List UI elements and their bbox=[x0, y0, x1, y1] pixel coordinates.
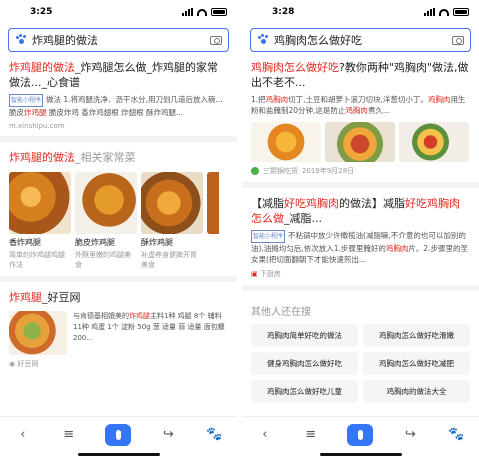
result-title[interactable]: 炸鸡腿_好豆网 bbox=[9, 290, 228, 305]
dish-image bbox=[141, 172, 203, 234]
status-bar: 3:25 bbox=[0, 0, 237, 24]
dish-item[interactable]: 脆皮炸鸡腿 外酥里嫩的鸡腿美食 bbox=[75, 172, 137, 270]
back-icon[interactable]: ‹ bbox=[256, 426, 274, 444]
search-bar[interactable]: 炸鸡腿的做法 bbox=[8, 28, 229, 52]
status-time: 3:25 bbox=[30, 7, 53, 17]
dish-name: 酥炸鸡腿 bbox=[141, 238, 173, 247]
dish-image bbox=[75, 172, 137, 234]
result-title[interactable]: 炸鸡腿的做法_相关家常菜 bbox=[9, 150, 228, 165]
mini-program-tag: 智能小程序 bbox=[9, 94, 44, 107]
result-source: ▣ 下厨房 bbox=[251, 270, 281, 278]
related-search-chip[interactable]: 鸡胸肉怎么做好吃减肥 bbox=[363, 352, 470, 375]
battery-icon bbox=[453, 8, 469, 16]
dish-image bbox=[207, 172, 219, 234]
result-card[interactable]: 【减脂好吃鸡胸肉的做法】减脂好吃鸡胸肉怎么做_减脂... 智能小程序 不粘锅中放少… bbox=[242, 188, 479, 285]
search-input[interactable]: 炸鸡腿的做法 bbox=[32, 32, 205, 48]
share-icon[interactable]: ↪ bbox=[401, 426, 419, 444]
source-avatar bbox=[251, 167, 259, 175]
dish-item[interactable]: 酥炸鸡腿 补虚养身健脾开胃美食 bbox=[141, 172, 203, 270]
dish-desc: 外酥里嫩的鸡腿美食 bbox=[75, 251, 131, 269]
result-card[interactable]: 炸鸡腿_好豆网 与肯德基相媲美的炸鸡腿主料1种 鸡腿 8个 辅料11种 鸡蛋 1… bbox=[0, 282, 237, 375]
share-icon[interactable]: ↪ bbox=[159, 426, 177, 444]
paw-icon[interactable]: 🐾 bbox=[447, 426, 465, 444]
dish-desc: 补虚养身健脾开胃美食 bbox=[141, 251, 197, 269]
related-dishes-card: 炸鸡腿的做法_相关家常菜 香炸鸡腿 简单的炸鸡腿鸡腿作法 脆皮炸鸡腿 外酥里嫩的… bbox=[0, 142, 237, 276]
menu-icon[interactable]: ≡ bbox=[302, 426, 320, 444]
result-image[interactable] bbox=[325, 122, 395, 162]
result-source: ◉ 好豆网 bbox=[9, 360, 39, 368]
wifi-icon bbox=[197, 8, 207, 16]
result-snippet: 1.把鸡胸肉切丁,土豆和胡萝卜滚刀切块,洋葱切小丁。鸡胸肉用生粉和盐腌制20分钟… bbox=[251, 95, 466, 115]
signal-icon bbox=[424, 8, 435, 16]
left-screen: 3:25 炸鸡腿的做法 炸鸡腿的做法_炸鸡腿怎么做_炸鸡腿的家常做法..._心食… bbox=[0, 0, 237, 460]
result-thumbnail bbox=[9, 311, 67, 355]
dish-item-partial[interactable] bbox=[207, 172, 219, 270]
result-meta: 三颗锅吃货 2018年9月28日 bbox=[251, 166, 470, 176]
right-screen: 3:28 鸡胸肉怎么做好吃 鸡胸肉怎么做好吃?教你两种"鸡胸肉"做法,做出不老不… bbox=[242, 0, 479, 460]
wifi-icon bbox=[439, 8, 449, 16]
search-bar[interactable]: 鸡胸肉怎么做好吃 bbox=[250, 28, 471, 52]
status-bar: 3:28 bbox=[242, 0, 479, 24]
related-search-chip[interactable]: 健身鸡胸肉怎么做好吃 bbox=[251, 352, 358, 375]
result-title[interactable]: 鸡胸肉怎么做好吃?教你两种"鸡胸肉"做法,做出不老不... bbox=[251, 60, 470, 90]
microphone-icon bbox=[357, 429, 363, 440]
dish-item[interactable]: 香炸鸡腿 简单的炸鸡腿鸡腿作法 bbox=[9, 172, 71, 270]
result-image[interactable] bbox=[251, 122, 321, 162]
home-indicator bbox=[78, 453, 160, 456]
battery-icon bbox=[211, 8, 227, 16]
voice-search-button[interactable] bbox=[105, 423, 132, 446]
home-indicator bbox=[320, 453, 402, 456]
baidu-paw-icon bbox=[15, 34, 27, 46]
baidu-paw-icon bbox=[257, 34, 269, 46]
mini-program-tag: 智能小程序 bbox=[251, 230, 286, 243]
result-card[interactable]: 鸡胸肉怎么做好吃?教你两种"鸡胸肉"做法,做出不老不... 1.把鸡胸肉切丁,土… bbox=[242, 52, 479, 182]
related-search-chip[interactable]: 鸡胸肉怎么做好吃儿童 bbox=[251, 380, 358, 403]
result-snippet: 智能小程序 做法 1.将鸡腿洗净、沥干水分,用刀划几道后放入碗...脆皮炸鸡腿 脆… bbox=[9, 94, 223, 117]
camera-icon[interactable] bbox=[452, 35, 464, 45]
result-card[interactable]: 炸鸡腿的做法_炸鸡腿怎么做_炸鸡腿的家常做法..._心食谱 智能小程序 做法 1.… bbox=[0, 52, 237, 136]
result-snippet: 与肯德基相媲美的炸鸡腿主料1种 鸡腿 8个 辅料11种 鸡蛋 1个 淀粉 50g… bbox=[73, 312, 225, 342]
dish-row: 香炸鸡腿 简单的炸鸡腿鸡腿作法 脆皮炸鸡腿 外酥里嫩的鸡腿美食 酥炸鸡腿 补虚养… bbox=[9, 172, 228, 270]
microphone-icon bbox=[115, 429, 121, 440]
back-icon[interactable]: ‹ bbox=[14, 426, 32, 444]
image-row bbox=[251, 122, 470, 162]
dish-name: 脆皮炸鸡腿 bbox=[75, 238, 115, 247]
result-snippet: 智能小程序 不粘锅中放少许橄榄油(减脂嘛,不介意的也可以加别的油),油摊均匀后,依… bbox=[251, 230, 469, 264]
dish-desc: 简单的炸鸡腿鸡腿作法 bbox=[9, 251, 65, 269]
status-time: 3:28 bbox=[272, 7, 295, 17]
signal-icon bbox=[182, 8, 193, 16]
search-input[interactable]: 鸡胸肉怎么做好吃 bbox=[274, 32, 447, 48]
result-title[interactable]: 【减脂好吃鸡胸肉的做法】减脂好吃鸡胸肉怎么做_减脂... bbox=[251, 196, 470, 226]
result-image[interactable] bbox=[399, 122, 469, 162]
result-source: m.xinshipu.com bbox=[9, 122, 65, 130]
dish-name: 香炸鸡腿 bbox=[9, 238, 41, 247]
voice-search-button[interactable] bbox=[347, 423, 374, 446]
camera-icon[interactable] bbox=[210, 35, 222, 45]
related-search-chip[interactable]: 鸡胸肉的做法大全 bbox=[363, 380, 470, 403]
menu-icon[interactable]: ≡ bbox=[60, 426, 78, 444]
paw-icon[interactable]: 🐾 bbox=[205, 426, 223, 444]
related-searches: 其他人还在搜 鸡胸肉简单好吃的做法 鸡胸肉怎么做好吃滑嫩 健身鸡胸肉怎么做好吃 … bbox=[242, 291, 479, 409]
result-title[interactable]: 炸鸡腿的做法_炸鸡腿怎么做_炸鸡腿的家常做法..._心食谱 bbox=[9, 60, 228, 90]
related-searches-title: 其他人还在搜 bbox=[251, 307, 311, 318]
dish-image bbox=[9, 172, 71, 234]
related-search-chip[interactable]: 鸡胸肉简单好吃的做法 bbox=[251, 324, 358, 347]
related-search-chip[interactable]: 鸡胸肉怎么做好吃滑嫩 bbox=[363, 324, 470, 347]
